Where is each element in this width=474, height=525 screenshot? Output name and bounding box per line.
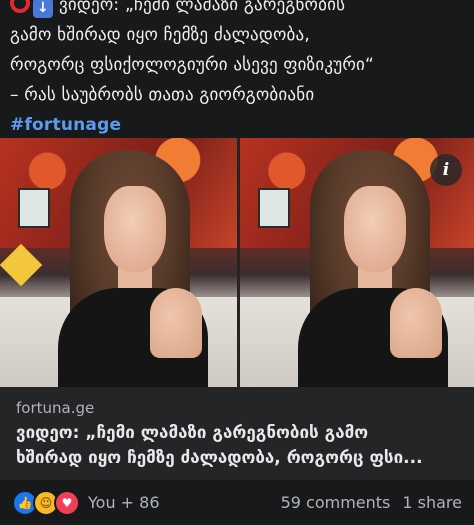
post-media[interactable]: i: [0, 138, 474, 387]
link-domain: fortuna.ge: [16, 399, 95, 417]
face-shape: [344, 186, 406, 272]
link-title-line-1: ვიდეო: „ჩემი ლამაზი გარეგნობის გამო: [16, 423, 369, 443]
down-arrow-icon: ↓: [33, 0, 53, 18]
post-text-content-1: ვიდეო: „ჩემი ლამაზი გარეგნობის: [59, 0, 346, 15]
video-frame-right[interactable]: i: [240, 138, 474, 387]
post-text-line-2: გამო ხშირად იყო ჩემზე ძალადობა,: [10, 25, 310, 45]
info-icon[interactable]: i: [430, 154, 462, 186]
reaction-icons[interactable]: 👍 ☺ ♥: [12, 489, 80, 516]
star-decoration: [0, 243, 43, 287]
reactions-bar: 👍 ☺ ♥ You + 86 59 comments 1 share: [0, 480, 474, 525]
shoulder-shape: [150, 288, 202, 358]
shares-count[interactable]: 1 share: [402, 493, 462, 512]
love-icon: ♥: [54, 489, 80, 516]
face-shape: [104, 186, 166, 272]
comments-count[interactable]: 59 comments: [281, 493, 391, 512]
background-panel: [258, 188, 290, 228]
post-text: ↓ ვიდეო: „ჩემი ლამაზი გარეგნობის გამო ხში…: [0, 0, 474, 140]
link-title-line-2: ხშირად იყო ჩემზე ძალადობა, როგორც ფსი...: [16, 448, 423, 468]
red-circle-icon: [10, 0, 30, 13]
shoulder-shape: [390, 288, 442, 358]
reaction-count[interactable]: You + 86: [88, 493, 269, 512]
post-text-line-4: – რას საუბრობს თათა გიორგობიანი: [10, 85, 315, 105]
link-preview-card[interactable]: fortuna.ge ვიდეო: „ჩემი ლამაზი გარეგნობი…: [0, 387, 474, 480]
link-title: ვიდეო: „ჩემი ლამაზი გარეგნობის გამო ხშირ…: [16, 421, 458, 471]
background-panel: [18, 188, 50, 228]
facebook-post: ↓ ვიდეო: „ჩემი ლამაზი გარეგნობის გამო ხში…: [0, 0, 474, 525]
post-text-line-1: ↓ ვიდეო: „ჩემი ლამაზი გარეგნობის: [10, 0, 464, 20]
video-frame-left[interactable]: [0, 138, 237, 387]
post-text-line-3: როგორც ფსიქოლოგიური ასევე ფიზიკური“: [10, 55, 375, 75]
hashtag-link[interactable]: #fortunage: [10, 115, 121, 135]
